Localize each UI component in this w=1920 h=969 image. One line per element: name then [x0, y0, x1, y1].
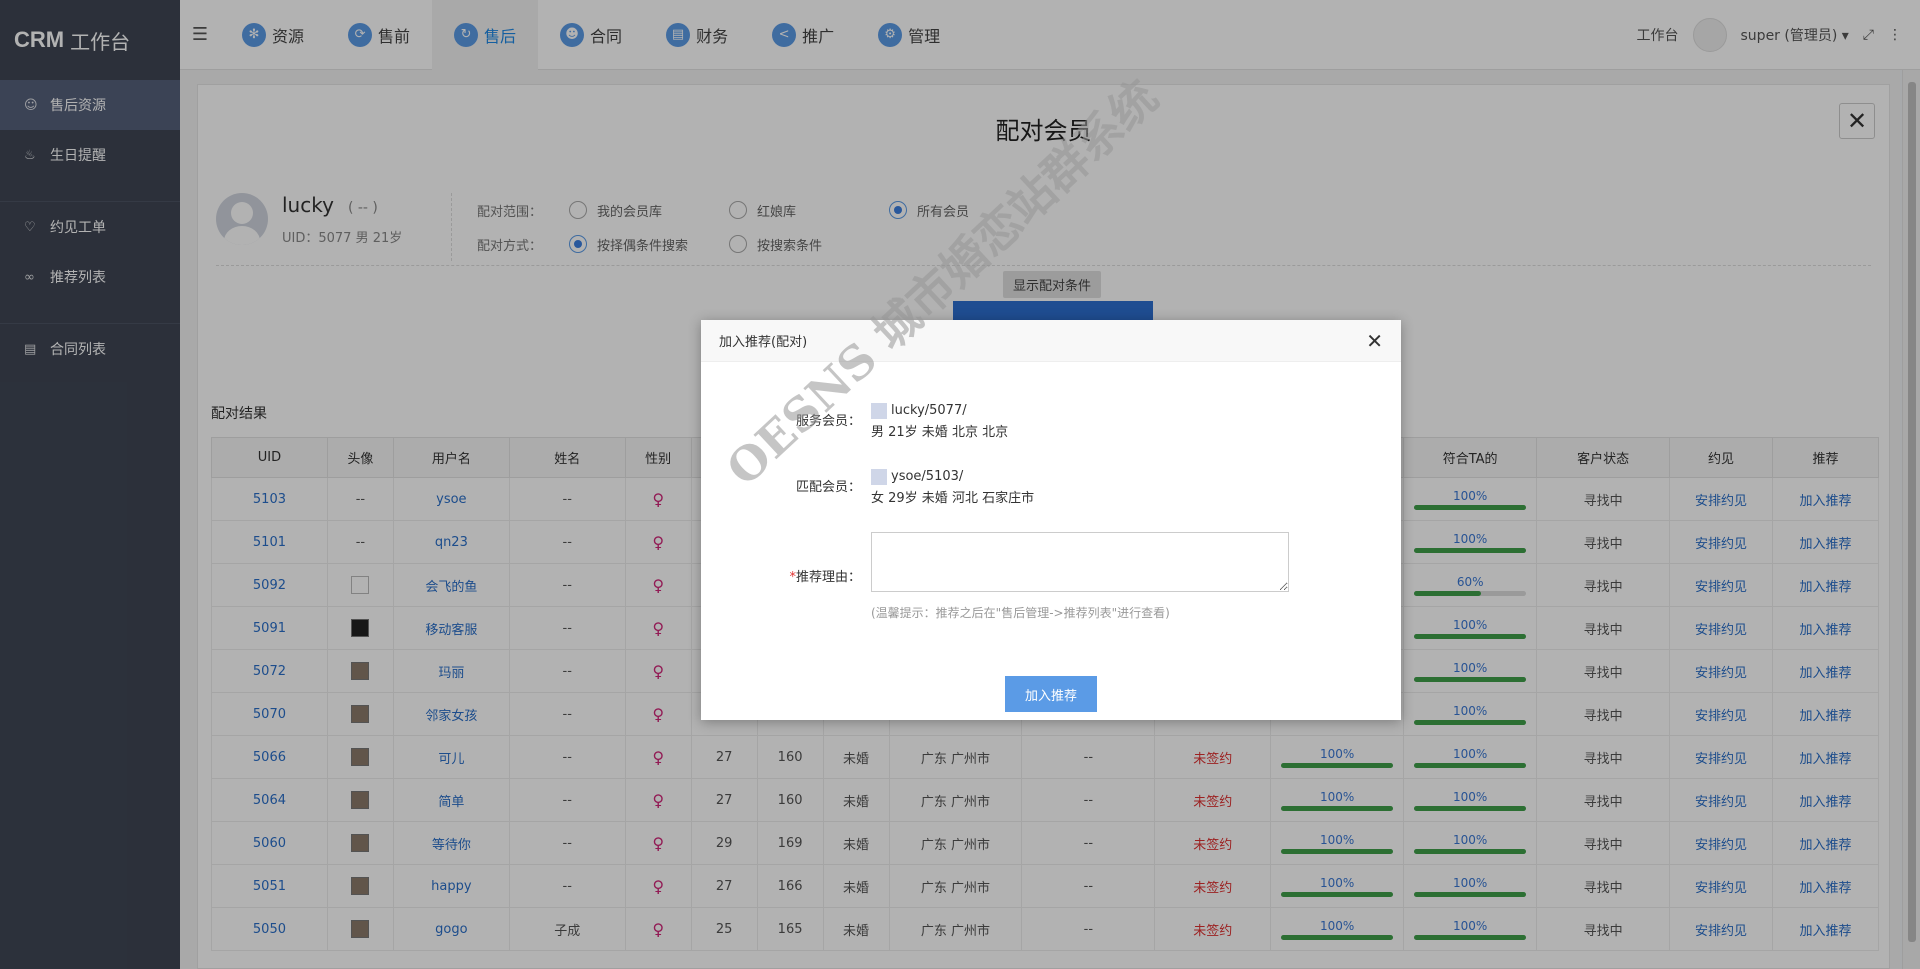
member-avatar-icon	[871, 402, 887, 419]
reason-textarea[interactable]	[871, 532, 1289, 592]
member-avatar-icon	[871, 468, 887, 485]
hint-text: (温馨提示：推荐之后在"售后管理->推荐列表"进行查看)	[871, 606, 1170, 620]
dialog-close-icon[interactable]: ✕	[1366, 329, 1383, 353]
dialog-title: 加入推荐(配对)	[719, 335, 808, 350]
service-member: lucky/5077/ 男 21岁 未婚 北京 北京	[871, 402, 1009, 440]
matched-member: ysoe/5103/ 女 29岁 未婚 河北 石家庄市	[871, 468, 1035, 506]
add-recommend-button[interactable]: 加入推荐	[1005, 676, 1097, 712]
